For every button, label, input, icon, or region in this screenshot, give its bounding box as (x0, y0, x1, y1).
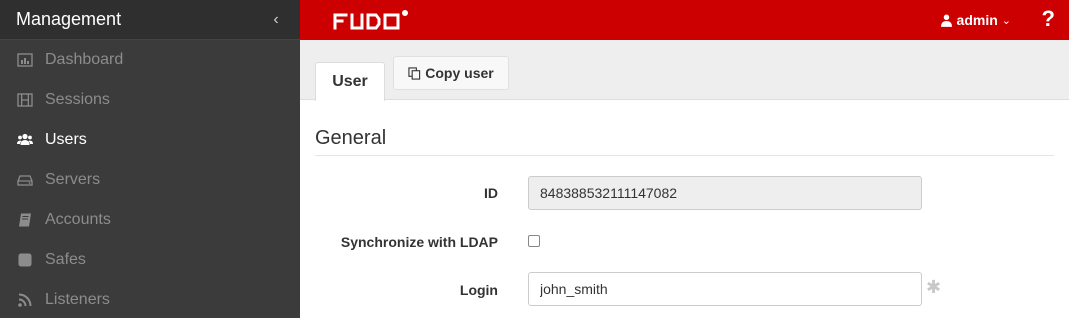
film-icon (16, 91, 34, 109)
copy-icon (408, 66, 421, 80)
sidebar-item-label: Accounts (45, 211, 111, 228)
section-title: General (315, 127, 387, 149)
rss-icon (16, 291, 34, 309)
main-content: General ID Synchronize with LDAP Login ✱ (300, 101, 1069, 318)
copy-user-label: Copy user (425, 65, 494, 81)
sidebar-item-label: Listeners (45, 291, 110, 308)
copy-user-button[interactable]: Copy user (393, 56, 509, 90)
user-menu[interactable]: admin ⌄ (940, 12, 1011, 28)
sidebar-item-dashboard[interactable]: Dashboard (0, 40, 300, 80)
sidebar-item-listeners[interactable]: Listeners (0, 280, 300, 318)
user-icon (940, 14, 952, 27)
sidebar-title: Management (16, 9, 122, 29)
sidebar-item-label: Servers (45, 171, 101, 188)
sidebar-item-label: Safes (45, 251, 86, 268)
top-bar: admin ⌄ ? (300, 0, 1069, 40)
users-icon (16, 131, 34, 149)
login-field[interactable] (528, 272, 922, 306)
hdd-icon (16, 171, 34, 189)
chevron-down-icon: ⌄ (1001, 14, 1011, 27)
sidebar-item-users[interactable]: Users (0, 120, 300, 160)
sidebar-item-safes[interactable]: Safes (0, 240, 300, 280)
book-icon (16, 211, 34, 229)
sidebar-item-sessions[interactable]: Sessions (0, 80, 300, 120)
chevron-left-icon[interactable]: ‹ (268, 11, 284, 29)
fudo-logo[interactable] (332, 9, 412, 31)
tab-user[interactable]: User (315, 62, 385, 101)
login-label: Login (459, 282, 498, 298)
id-field[interactable] (528, 176, 922, 210)
sidebar-item-accounts[interactable]: Accounts (0, 200, 300, 240)
safe-icon (16, 251, 34, 269)
tab-strip: User Copy user (300, 40, 1069, 101)
sidebar-item-label: Dashboard (45, 51, 124, 68)
help-button[interactable]: ? (1042, 6, 1055, 32)
sidebar: Management ‹ Dashboard Sessions Users Se… (0, 0, 300, 318)
sidebar-item-label: Users (45, 131, 87, 148)
bar-chart-icon (16, 51, 34, 69)
user-menu-label: admin (956, 12, 998, 28)
ldap-sync-checkbox[interactable] (528, 235, 540, 247)
ldap-sync-label: Synchronize with LDAP (340, 234, 498, 250)
section-divider (315, 155, 1054, 156)
id-label: ID (484, 185, 498, 201)
sidebar-item-servers[interactable]: Servers (0, 160, 300, 200)
sidebar-header: Management ‹ (0, 0, 300, 40)
sidebar-item-label: Sessions (45, 91, 110, 108)
required-asterisk-icon: ✱ (926, 277, 942, 297)
